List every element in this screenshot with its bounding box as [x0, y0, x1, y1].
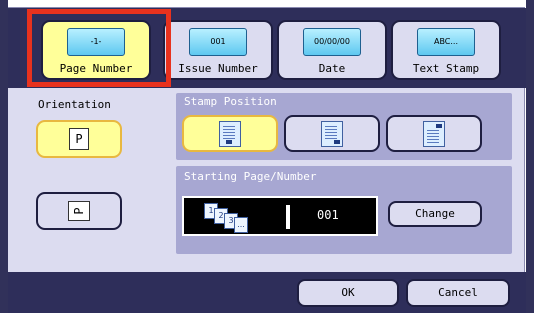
orientation-label: Orientation — [38, 98, 111, 111]
stamp-position-bottom-center-button[interactable] — [182, 115, 278, 152]
display-divider — [286, 205, 290, 229]
stamp-position-top-right-button[interactable] — [386, 115, 482, 152]
tab-label: Date — [318, 62, 346, 75]
sequence-page-icon: ... — [234, 217, 248, 233]
tab-label: Text Stamp — [412, 62, 480, 75]
right-bezel — [526, 0, 534, 313]
stamp-position-bottom-right-button[interactable] — [284, 115, 380, 152]
cancel-button[interactable]: Cancel — [406, 279, 510, 307]
date-chip-icon: 00/00/00 — [303, 28, 361, 56]
left-bezel — [0, 0, 8, 313]
page-bottom-center-icon — [219, 120, 241, 147]
tab-issue-number[interactable]: 001 Issue Number — [163, 20, 273, 80]
portrait-page-icon: P — [69, 128, 89, 150]
text-stamp-chip-icon: ABC... — [417, 28, 475, 56]
page-top-right-icon — [423, 120, 445, 147]
page-bottom-right-icon — [321, 120, 343, 147]
tab-label: Issue Number — [178, 62, 258, 75]
orientation-landscape-button[interactable]: P — [36, 192, 122, 230]
landscape-page-icon: P — [68, 201, 90, 221]
starting-number-display: 1 2 3 ... 001 — [182, 196, 378, 236]
stamp-position-title: Stamp Position — [184, 95, 277, 108]
ok-button[interactable]: OK — [297, 279, 399, 307]
tab-date[interactable]: 00/00/00 Date — [277, 20, 387, 80]
starting-number-value: 001 — [317, 208, 339, 222]
issue-number-chip-icon: 001 — [189, 28, 247, 56]
tab-text-stamp[interactable]: ABC... Text Stamp — [391, 20, 501, 80]
orientation-portrait-button[interactable]: P — [36, 120, 122, 158]
change-button[interactable]: Change — [388, 201, 482, 227]
starting-number-title: Starting Page/Number — [184, 170, 317, 183]
selection-highlight-frame — [27, 9, 171, 87]
